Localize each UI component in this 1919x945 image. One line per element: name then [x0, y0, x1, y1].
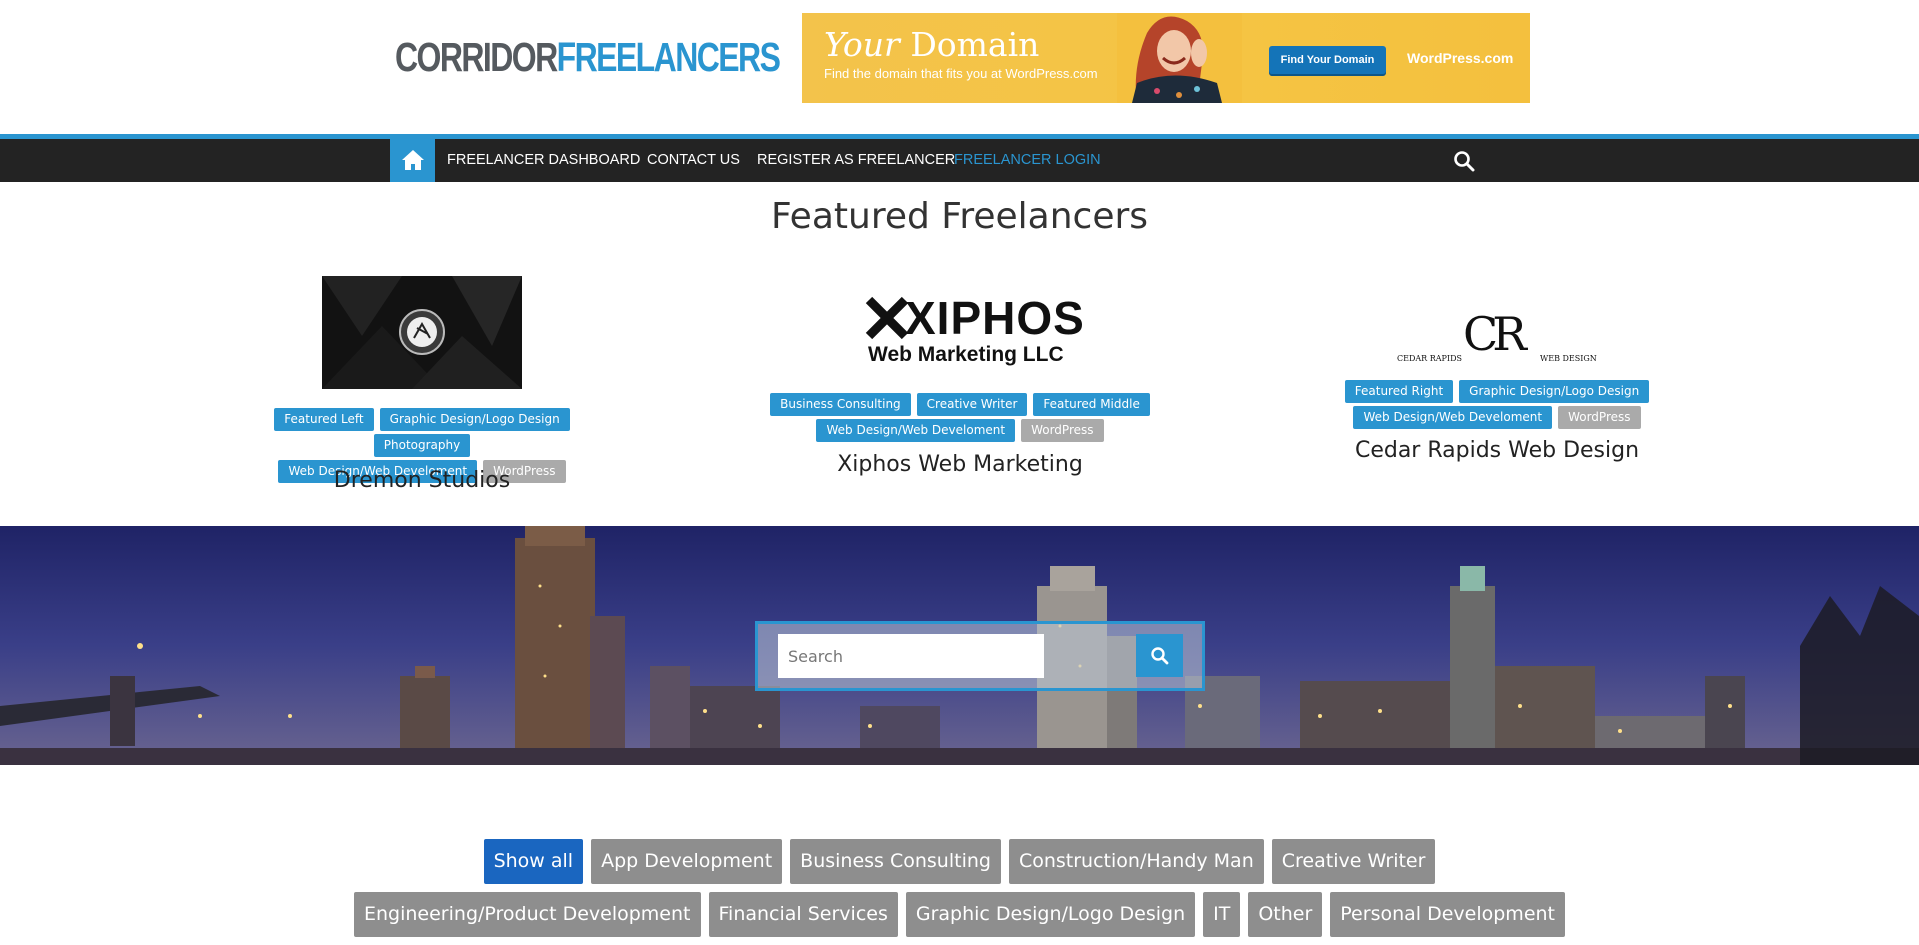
filter-graphic-design[interactable]: Graphic Design/Logo Design: [905, 892, 1196, 937]
tag[interactable]: WordPress: [1021, 419, 1104, 442]
tag[interactable]: WordPress: [1558, 406, 1641, 429]
filter-app-development[interactable]: App Development: [591, 839, 783, 884]
xiphos-logo-image[interactable]: XIPHOS Web Marketing LLC: [865, 294, 1084, 374]
tag[interactable]: Featured Left: [274, 408, 374, 431]
ad-subtitle: Find the domain that fits you at WordPre…: [824, 66, 1098, 81]
xiphos-logo-sub: Web Marketing LLC: [868, 343, 1064, 366]
ad-title-rest: Domain: [899, 25, 1040, 64]
freelancer-card-cedar-rapids: CEDAR RAPIDS CR WEB DESIGN Featured Righ…: [1297, 300, 1697, 490]
freelancer-name[interactable]: Dremon Studios: [222, 468, 622, 493]
main-navigation: FREELANCER DASHBOARD CONTACT US REGISTER…: [0, 139, 1919, 182]
filter-it[interactable]: IT: [1203, 892, 1241, 937]
tag[interactable]: Featured Middle: [1033, 393, 1150, 416]
ad-brand: WordPress.com: [1407, 50, 1514, 66]
search-icon[interactable]: [1453, 150, 1475, 172]
site-logo[interactable]: CORRIDORFREELANCERS: [395, 34, 781, 81]
tag[interactable]: Business Consulting: [770, 393, 911, 416]
filter-construction[interactable]: Construction/Handy Man: [1008, 839, 1264, 884]
domain-ad-banner[interactable]: Your Domain Find the domain that fits yo…: [802, 13, 1530, 103]
freelancer-name[interactable]: Xiphos Web Marketing: [760, 452, 1160, 477]
nav-freelancer-dashboard[interactable]: FREELANCER DASHBOARD: [447, 139, 640, 182]
tag[interactable]: Featured Right: [1344, 380, 1454, 403]
cr-logo-mark: CR: [1463, 307, 1527, 361]
filter-personal-development[interactable]: Personal Development: [1330, 892, 1565, 937]
ad-title-italic: Your: [824, 25, 900, 64]
tag[interactable]: Photography: [373, 434, 471, 457]
xiphos-tags: Business Consulting Creative Writer Featur…: [760, 393, 1160, 445]
featured-title: Featured Freelancers: [770, 196, 1149, 237]
xiphos-x-mark: [865, 296, 909, 340]
find-your-domain-button[interactable]: Find Your Domain: [1269, 46, 1386, 74]
logo-part-1: CORRIDOR: [395, 34, 558, 80]
nav-contact-us[interactable]: CONTACT US: [647, 139, 740, 182]
filter-business-consulting[interactable]: Business Consulting: [790, 839, 1001, 884]
dremon-logo-image[interactable]: [322, 276, 522, 389]
cedar-rapids-tags: Featured Right Graphic Design/Logo Design…: [1297, 380, 1697, 432]
filter-engineering[interactable]: Engineering/Product Development: [354, 892, 701, 937]
cr-logo-left: CEDAR RAPIDS: [1397, 354, 1462, 363]
filter-show-all[interactable]: Show all: [483, 839, 584, 884]
freelancer-name[interactable]: Cedar Rapids Web Design: [1297, 438, 1697, 463]
filter-financial-services[interactable]: Financial Services: [708, 892, 898, 937]
tag[interactable]: Web Design/Web Develoment: [1353, 406, 1553, 429]
freelancer-card-xiphos: XIPHOS Web Marketing LLC Business Consul…: [760, 276, 1160, 486]
xiphos-logo-word: XIPHOS: [905, 292, 1085, 344]
filter-other[interactable]: Other: [1248, 892, 1323, 937]
nav-register-as-freelancer[interactable]: REGISTER AS FREELANCER: [757, 139, 955, 182]
tag[interactable]: Creative Writer: [916, 393, 1028, 416]
tag[interactable]: Graphic Design/Logo Design: [1459, 380, 1650, 403]
search-icon: [1151, 647, 1169, 665]
tag[interactable]: Graphic Design/Logo Design: [379, 408, 570, 431]
site-header: CORRIDORFREELANCERS Your Domain Find the…: [0, 0, 1919, 134]
tag[interactable]: Web Design/Web Develoment: [816, 419, 1016, 442]
home-icon: [402, 150, 424, 170]
logo-part-2: FREELANCERS: [556, 34, 781, 80]
ad-person-image: [1117, 13, 1242, 103]
filter-creative-writer[interactable]: Creative Writer: [1271, 839, 1436, 884]
cedar-rapids-logo-image[interactable]: CEDAR RAPIDS CR WEB DESIGN: [1397, 308, 1597, 368]
nav-freelancer-login[interactable]: FREELANCER LOGIN: [954, 139, 1101, 182]
cr-logo-right: WEB DESIGN: [1540, 354, 1597, 363]
hero-search-button[interactable]: [1136, 634, 1183, 677]
freelancer-card-dremon: Featured Left Graphic Design/Logo Design P…: [222, 276, 622, 496]
hero-search-input[interactable]: [778, 634, 1044, 678]
ad-title: Your Domain: [824, 25, 1039, 64]
category-filters: Show all App Development Business Consulti…: [0, 839, 1919, 945]
home-button[interactable]: [390, 139, 435, 182]
